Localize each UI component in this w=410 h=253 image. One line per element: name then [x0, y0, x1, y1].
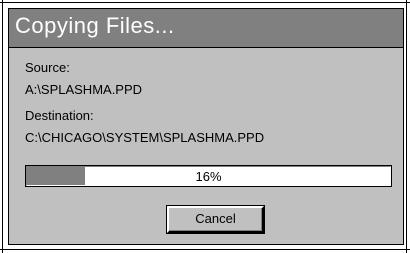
copying-files-dialog: Copying Files... Source: A:\SPLASHMA.PPD… — [8, 8, 404, 245]
progress-percent: 16% — [195, 169, 222, 184]
destination-label: Destination: — [25, 108, 94, 123]
copy-progress-bar: 16% — [25, 165, 392, 187]
background-line-left — [2, 0, 3, 253]
dialog-title: Copying Files... — [15, 13, 175, 38]
destination-path: C:\CHICAGO\SYSTEM\SPLASHMA.PPD — [25, 130, 265, 145]
source-label: Source: — [25, 60, 70, 75]
background-line-top — [0, 2, 410, 3]
background-line-bottom — [0, 249, 410, 250]
background-line-right — [406, 0, 407, 253]
dialog-titlebar[interactable]: Copying Files... — [9, 9, 403, 48]
cancel-button[interactable]: Cancel — [166, 205, 265, 234]
source-path: A:\SPLASHMA.PPD — [25, 82, 143, 97]
